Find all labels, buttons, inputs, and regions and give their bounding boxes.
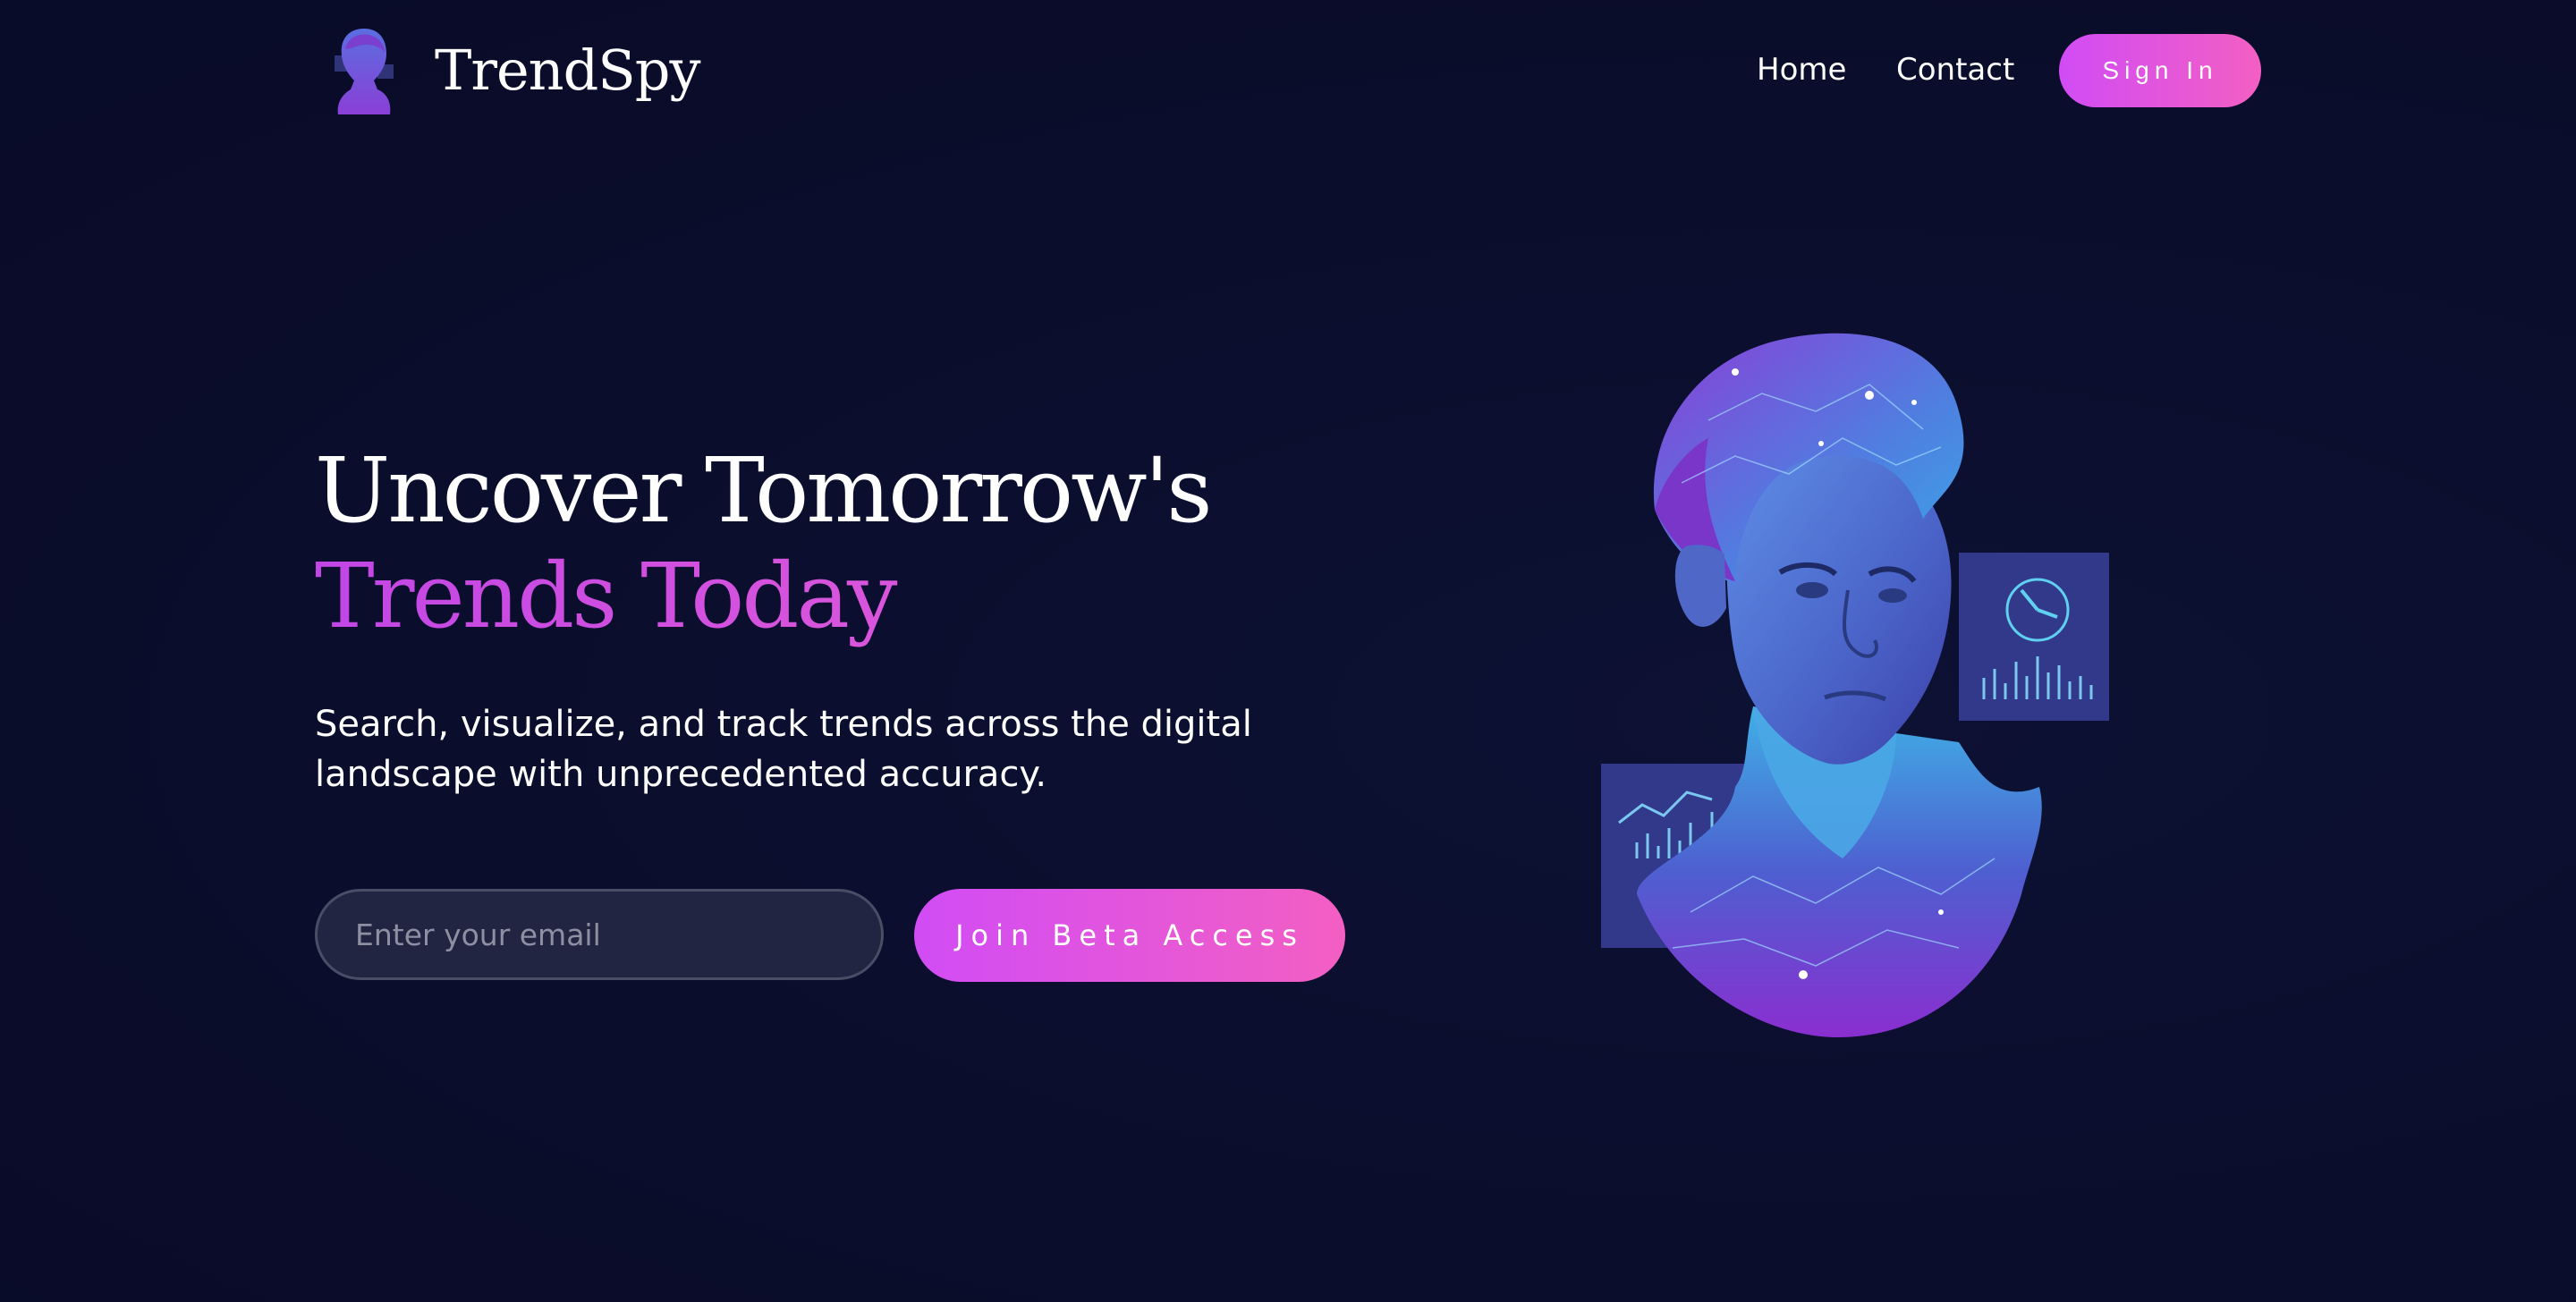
nav-link-contact[interactable]: Contact <box>1896 52 2014 88</box>
logo-avatar-icon[interactable] <box>315 25 413 118</box>
dashboard-panel-right <box>1959 553 2109 721</box>
brand-name[interactable]: TrendSpy <box>435 38 700 103</box>
landing-page: TrendSpy Home Contact Sign In Uncover To… <box>0 0 2576 1302</box>
hero-title-line-2: Trends Today <box>315 544 1210 649</box>
nav-link-home[interactable]: Home <box>1757 52 1846 88</box>
hero-portrait-illustration <box>1601 333 2109 1037</box>
hero-title: Uncover Tomorrow's Trends Today <box>315 438 1213 649</box>
top-navigation: TrendSpy Home Contact Sign In <box>315 21 2261 120</box>
email-input[interactable] <box>315 889 884 980</box>
sign-in-button[interactable]: Sign In <box>2059 34 2261 107</box>
hero-subtitle: Search, visualize, and track trends acro… <box>315 704 1252 795</box>
hero-title-line-1: Uncover Tomorrow's <box>315 438 1213 543</box>
join-beta-button[interactable]: Join Beta Access <box>914 889 1345 982</box>
